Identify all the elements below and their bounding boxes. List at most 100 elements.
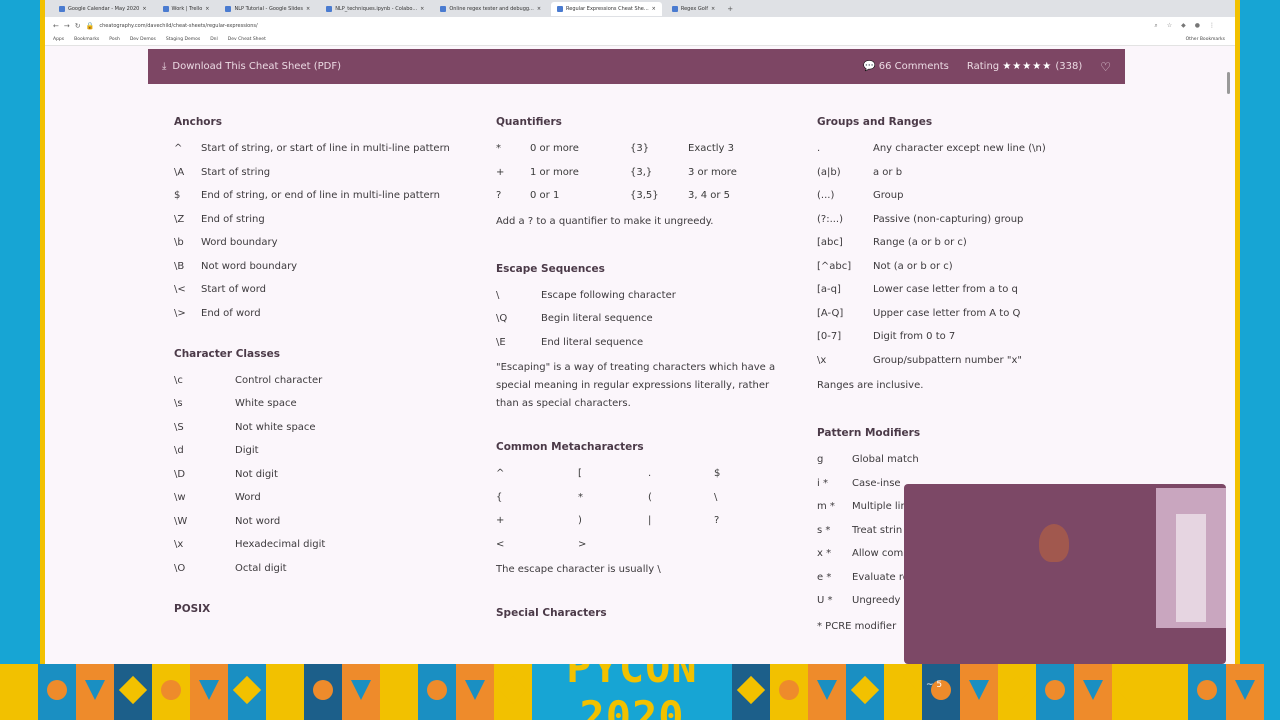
cheat-key: \>	[174, 307, 186, 319]
extension-icon[interactable]: ●	[1195, 22, 1200, 30]
banner-tile	[1226, 664, 1264, 720]
comments-link[interactable]: 💬 66 Comments	[863, 61, 949, 72]
quantifier-meaning: 0 or 1	[530, 190, 560, 201]
close-icon[interactable]: ×	[711, 6, 715, 12]
banner-shape-icon	[232, 675, 262, 705]
banner-tile	[960, 664, 998, 720]
banner-tile	[0, 664, 38, 720]
cheat-key: m *	[817, 501, 835, 512]
browser-tab[interactable]: Regular Expressions Cheat She... ×	[551, 1, 662, 16]
slide-counter: ~ 5	[926, 680, 943, 690]
banner-shape-icon	[1235, 680, 1255, 700]
close-icon[interactable]: ×	[652, 6, 656, 12]
close-icon[interactable]: ×	[420, 6, 424, 12]
scrollbar[interactable]	[1227, 72, 1230, 94]
cheat-row: \b Word boundary	[174, 236, 464, 249]
heart-icon[interactable]: ♡	[1100, 60, 1111, 74]
banner-shape-icon	[1116, 675, 1146, 705]
banner-tile	[1112, 664, 1150, 720]
cheat-description: End literal sequence	[541, 336, 644, 348]
favicon-icon	[225, 5, 232, 12]
favicon-icon	[59, 5, 65, 12]
bookmark-item[interactable]: Apps	[53, 37, 64, 42]
cheat-row: (a|b) a or b	[817, 166, 1117, 179]
download-label: Download This Cheat Sheet (PDF)	[172, 61, 341, 72]
cheat-description: Lower case letter from a to q	[873, 284, 1018, 295]
cheat-row: \s White space	[174, 397, 464, 410]
cheat-key: \W	[174, 515, 188, 527]
new-tab-icon[interactable]: +	[727, 5, 733, 13]
escape-note: "Escaping" is a way of treating characte…	[496, 362, 776, 409]
browser-tab[interactable]: NLP Tutorial - Google Slides ×	[219, 2, 316, 16]
browser-tab[interactable]: NLP_techniques.ipynb - Colabo... ×	[320, 2, 430, 16]
cheat-row: \D Not digit	[174, 468, 464, 481]
cheat-key: \Z	[174, 213, 185, 225]
zoom-icon[interactable]: ⌕	[1154, 22, 1157, 30]
cheat-row: \d Digit	[174, 444, 464, 457]
banner-shape-icon	[969, 680, 989, 700]
quantifier-row: * 0 or more {3} Exactly 3	[496, 142, 786, 155]
bookmark-item[interactable]: Staging Demos	[166, 37, 200, 42]
banner-tile	[380, 664, 418, 720]
banner-tile	[152, 664, 190, 720]
reload-icon[interactable]: ↻	[75, 22, 81, 30]
download-link[interactable]: ⤓ Download This Cheat Sheet (PDF)	[162, 61, 341, 72]
comments-label: 66 Comments	[878, 61, 949, 72]
cheat-key: \S	[174, 421, 184, 433]
menu-icon[interactable]: ⋮	[1209, 22, 1215, 30]
cheat-key: i *	[817, 477, 828, 489]
section-title: Pattern Modifiers	[817, 427, 921, 439]
star-icon[interactable]: ☆	[1167, 22, 1172, 30]
url-input[interactable]: cheatography.com/davechild/cheat-sheets/…	[99, 23, 257, 29]
favicon-icon	[557, 5, 564, 12]
banner-tile	[38, 664, 76, 720]
banner-tile	[998, 664, 1036, 720]
banner-tile	[1074, 664, 1112, 720]
banner-shape-icon	[1154, 675, 1184, 705]
other-bookmarks[interactable]: Other Bookmarks	[1186, 37, 1235, 42]
cheat-row: \< Start of word	[174, 283, 464, 296]
address-bar: ← → ↻ 🔒 cheatography.com/davechild/cheat…	[45, 17, 1235, 34]
cheat-key: U *	[817, 595, 833, 606]
browser-tab[interactable]: Online regex tester and debugg... ×	[434, 2, 547, 16]
column-middle: Quantifiers * 0 or more {3} Exactly 3 +1 or …	[496, 116, 786, 647]
close-icon[interactable]: ×	[306, 6, 310, 12]
pycon-logo: PYCON 2020	[566, 664, 698, 720]
cheat-row: \S Not white space	[174, 421, 464, 434]
banner-tile	[76, 664, 114, 720]
cheat-key: [abc]	[817, 237, 843, 248]
close-icon[interactable]: ×	[537, 6, 541, 12]
banner-shape-icon	[465, 680, 485, 700]
quantifier-symbol: +	[496, 166, 505, 178]
banner-tile	[304, 664, 342, 720]
bookmark-item[interactable]: Dnl	[210, 37, 218, 42]
section-title: Groups and Ranges	[817, 116, 933, 128]
close-icon[interactable]: ×	[142, 6, 146, 12]
browser-tab[interactable]: Google Calendar - May 2020 ×	[53, 2, 153, 16]
banner-tile	[228, 664, 266, 720]
cheat-key: \	[496, 289, 500, 301]
metacharacter: ?	[714, 515, 720, 526]
back-icon[interactable]: ←	[53, 22, 59, 30]
column-left: Anchors ^ Start of string, or start of li…	[174, 116, 464, 643]
bookmark-item[interactable]: Posh	[109, 37, 120, 42]
cheat-key: \<	[174, 284, 186, 295]
browser-tab[interactable]: Regex Golf ×	[666, 2, 721, 16]
close-icon[interactable]: ×	[205, 6, 209, 12]
section-title: Escape Sequences	[496, 262, 605, 275]
rating: Rating ★★★★★ (338)	[967, 61, 1082, 72]
cheat-key: [A-Q]	[817, 307, 844, 319]
cheat-row: \A Start of string	[174, 166, 464, 179]
cheat-row: [^abc] Not (a or b or c)	[817, 260, 1117, 273]
browser-tab[interactable]: Work | Trello ×	[157, 2, 216, 16]
bookmark-item[interactable]: Dev Demos	[130, 37, 156, 42]
extension-icon[interactable]: ◆	[1181, 22, 1186, 30]
forward-icon[interactable]: →	[64, 22, 70, 30]
banner-tile	[418, 664, 456, 720]
metacharacters-section: Common Metacharacters ^ [. $ {* (\ +) |? < > The…	[496, 441, 786, 579]
bookmark-item[interactable]: Bookmarks	[74, 37, 99, 42]
cheat-description: Start of string	[201, 166, 271, 178]
rating-stars[interactable]: ★★★★★	[1002, 61, 1052, 72]
banner-tile	[1036, 664, 1074, 720]
bookmark-item[interactable]: Dev Cheat Sheet	[228, 37, 266, 42]
